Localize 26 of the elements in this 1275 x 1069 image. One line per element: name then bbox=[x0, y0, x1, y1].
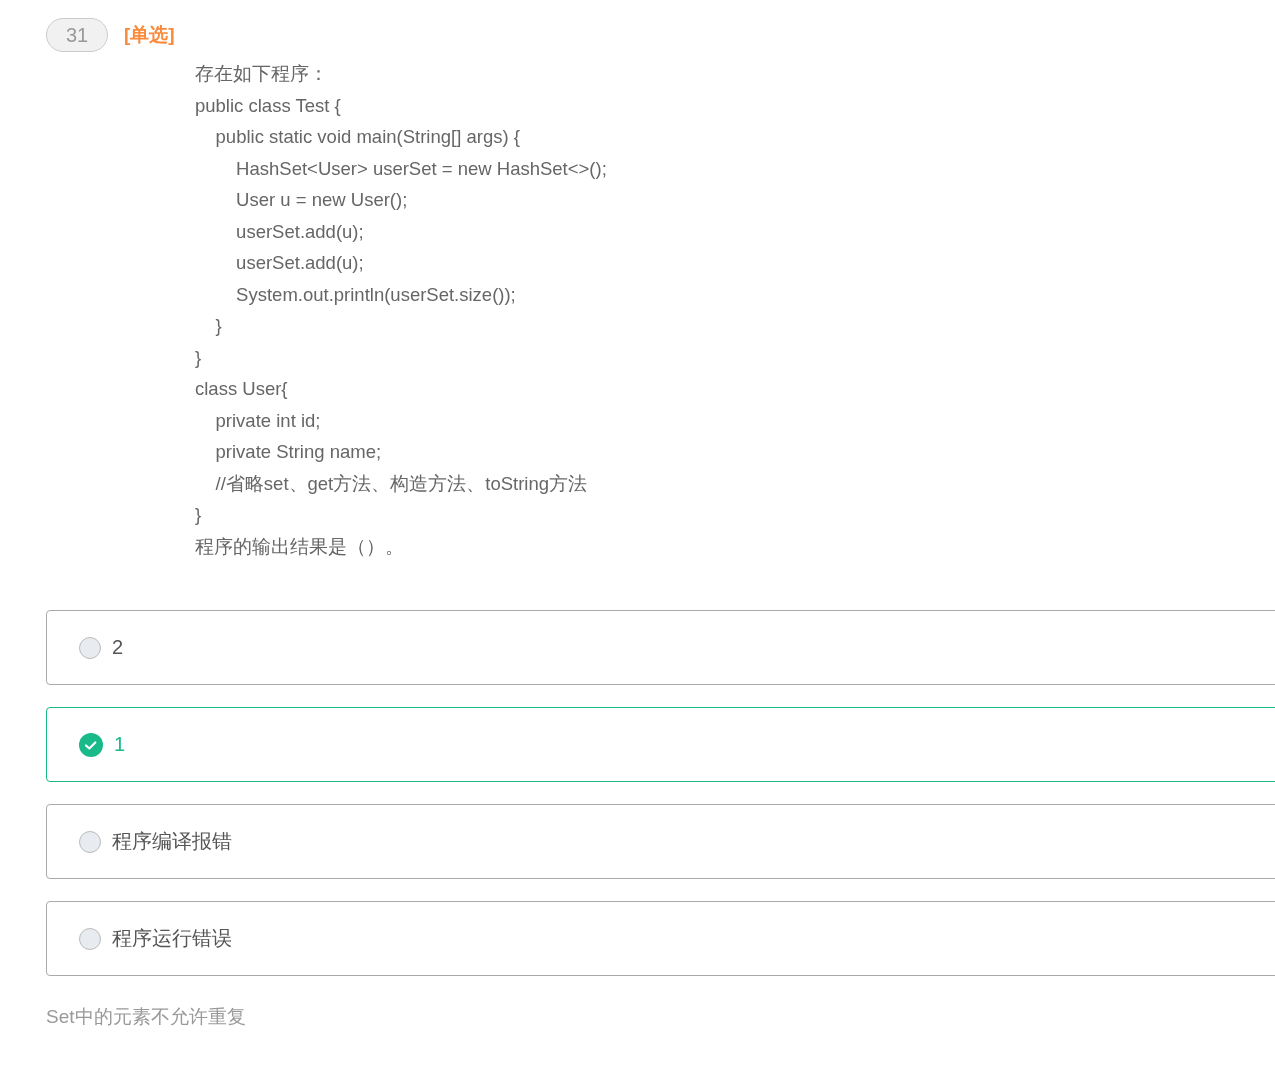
question-text-line: } bbox=[195, 345, 203, 370]
question-text-line: HashSet<User> userSet = new HashSet<>(); bbox=[235, 156, 608, 181]
question-text-line: private String name; bbox=[214, 440, 383, 464]
answer-option[interactable]: 程序运行错误 bbox=[46, 901, 1275, 976]
question-text-line: class User{ bbox=[195, 377, 289, 401]
question-type-tag: [单选] bbox=[124, 22, 175, 48]
radio-button[interactable] bbox=[79, 636, 101, 659]
question-text-line: userSet.add(u); bbox=[235, 219, 365, 244]
question-text-line: } bbox=[195, 503, 203, 527]
answer-option[interactable]: 2 bbox=[46, 610, 1275, 685]
question-text-line: User u = new User(); bbox=[235, 188, 409, 212]
question-text-line: System.out.println(userSet.size()); bbox=[235, 282, 517, 307]
question-text-line: 存在如下程序： bbox=[195, 62, 329, 86]
question-text-line: private int id; bbox=[214, 408, 322, 433]
question-text-line: userSet.add(u); bbox=[235, 251, 365, 275]
question-text-line: public class Test { bbox=[195, 93, 342, 118]
question-text-line: //省略set、get方法、构造方法、toString方法 bbox=[214, 471, 588, 496]
question-number: 31 bbox=[46, 18, 108, 52]
radio-button[interactable] bbox=[79, 830, 101, 853]
radio-button[interactable] bbox=[79, 927, 101, 950]
check-icon bbox=[79, 732, 103, 757]
answer-option[interactable]: 程序编译报错 bbox=[46, 804, 1275, 879]
answer-explanation: Set中的元素不允许重复 bbox=[46, 1005, 247, 1029]
question-text-line: 程序的输出结果是（）。 bbox=[195, 534, 405, 559]
question-text-line: } bbox=[214, 314, 223, 338]
question-text-line: public static void main(String[] args) { bbox=[214, 125, 521, 149]
